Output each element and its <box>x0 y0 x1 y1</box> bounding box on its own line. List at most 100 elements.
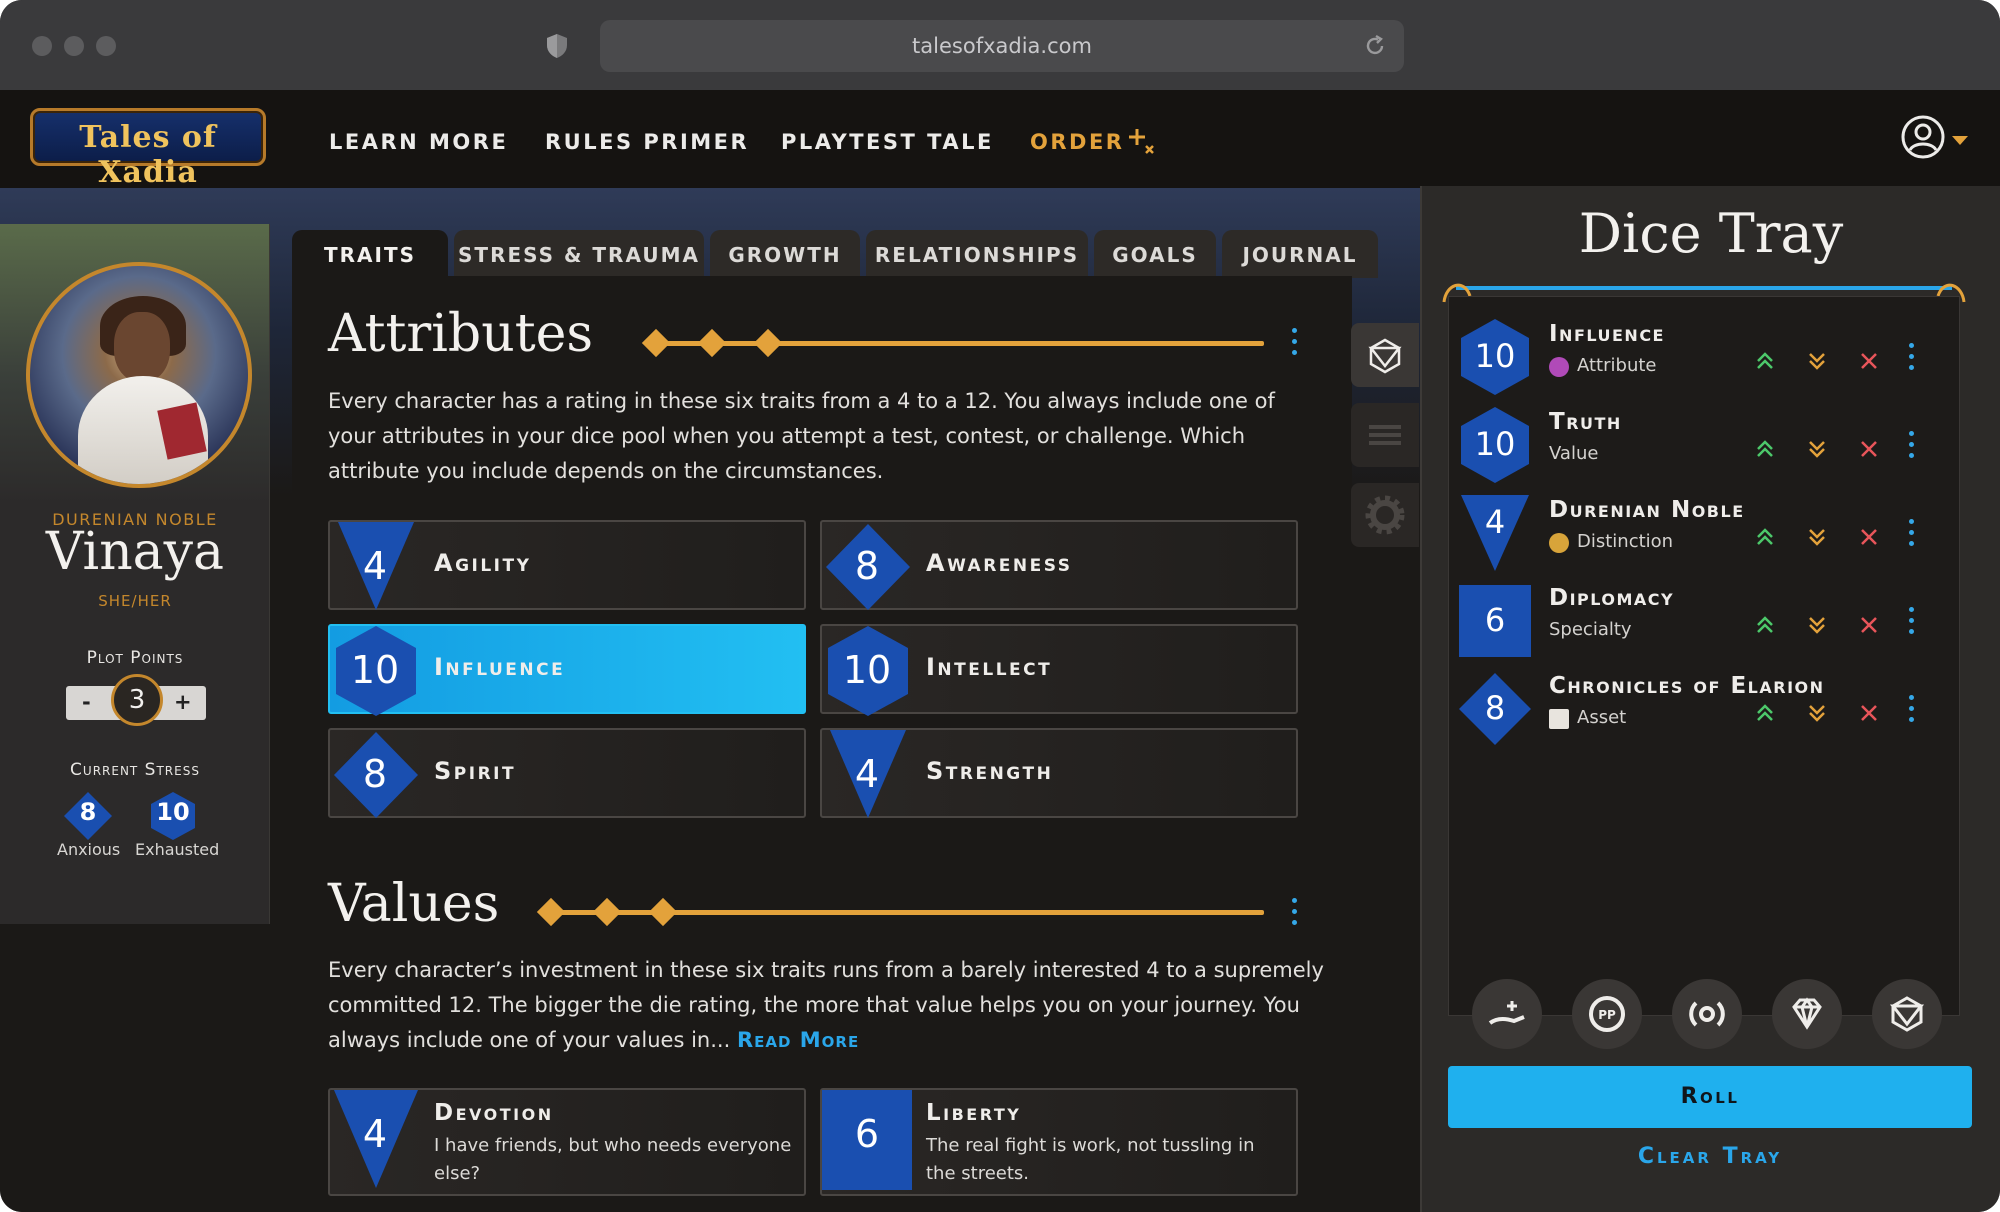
step-down-icon[interactable] <box>1805 349 1829 373</box>
rail-dice-button[interactable] <box>1351 323 1419 387</box>
step-up-icon[interactable] <box>1753 701 1777 725</box>
value-name: Liberty <box>926 1100 1022 1126</box>
plot-points-increment-button[interactable]: + <box>174 690 192 714</box>
tab-growth[interactable]: GROWTH <box>710 230 860 278</box>
nav-learn-more[interactable]: LEARN MORE <box>329 130 508 154</box>
step-down-icon[interactable] <box>1805 437 1829 461</box>
attributes-heading: Attributes <box>328 304 594 364</box>
site-logo[interactable]: Tales of Xadia <box>30 108 266 190</box>
clear-tray-button[interactable]: Clear Tray <box>1448 1144 1972 1169</box>
attributes-description: Every character has a rating in these si… <box>328 389 1275 483</box>
user-account-icon[interactable] <box>1900 114 1946 160</box>
tray-plot-point-button[interactable]: PP <box>1572 979 1642 1049</box>
nav-order[interactable]: ORDER <box>1030 130 1124 154</box>
dice-tray-list: 10 Influence Attribute 10 Truth Value 4 … <box>1448 296 1960 1016</box>
url-text: talesofxadia.com <box>912 34 1092 58</box>
remove-icon[interactable] <box>1857 525 1881 549</box>
plot-points-value: 3 <box>111 674 163 726</box>
gear-icon <box>1365 495 1405 535</box>
value-card-liberty[interactable]: 6 Liberty The real fight is work, not tu… <box>820 1088 1298 1196</box>
tray-dice-button[interactable] <box>1872 979 1942 1049</box>
tray-item-truth[interactable]: 10 Truth Value <box>1449 401 1961 487</box>
tray-item-influence[interactable]: 10 Influence Attribute <box>1449 313 1961 399</box>
attribute-card-spirit[interactable]: 8 Spirit <box>328 728 806 818</box>
shield-icon[interactable] <box>546 33 568 59</box>
tray-item-type: Distinction <box>1577 531 1674 552</box>
tab-relationships[interactable]: RELATIONSHIPS <box>866 230 1088 278</box>
stress-label-anxious: Anxious <box>57 840 121 859</box>
values-menu-icon[interactable] <box>1292 898 1298 928</box>
tray-item-menu-icon[interactable] <box>1909 607 1915 637</box>
step-down-icon[interactable] <box>1805 525 1829 549</box>
attribute-card-intellect[interactable]: 10 Intellect <box>820 624 1298 716</box>
tray-item-diplomacy[interactable]: 6 Diplomacy Specialty <box>1449 577 1961 663</box>
read-more-link[interactable]: Read More <box>737 1028 859 1052</box>
logo-text: Tales of Xadia <box>79 120 217 190</box>
value-card-devotion[interactable]: 4 Devotion I have friends, but who needs… <box>328 1088 806 1196</box>
close-window-icon[interactable] <box>32 36 52 56</box>
attribute-die-value: 4 <box>362 544 388 588</box>
tab-goals[interactable]: GOALS <box>1094 230 1216 278</box>
chevron-down-icon[interactable] <box>1952 136 1968 145</box>
hand-sparkle-icon <box>1488 1001 1525 1025</box>
attributes-menu-icon[interactable] <box>1292 328 1298 358</box>
attribute-name: Spirit <box>434 757 517 785</box>
step-up-icon[interactable] <box>1753 613 1777 637</box>
attribute-card-influence[interactable]: 10 Influence <box>328 624 806 716</box>
tray-side-rail <box>1351 320 1419 550</box>
values-heading: Values <box>328 874 500 934</box>
tray-item-menu-icon[interactable] <box>1909 431 1915 461</box>
step-up-icon[interactable] <box>1753 349 1777 373</box>
remove-icon[interactable] <box>1857 613 1881 637</box>
tray-item-type: Asset <box>1577 707 1627 728</box>
plot-point-icon: PP <box>1589 996 1625 1032</box>
tab-stress-trauma[interactable]: STRESS & TRAUMA <box>454 230 704 278</box>
step-down-icon[interactable] <box>1805 701 1829 725</box>
tab-journal[interactable]: JOURNAL <box>1222 230 1378 278</box>
site-nav: Tales of Xadia LEARN MORE RULES PRIMER P… <box>0 90 2000 190</box>
attribute-card-strength[interactable]: 4 Strength <box>820 728 1298 818</box>
tray-item-menu-icon[interactable] <box>1909 695 1915 725</box>
attribute-card-agility[interactable]: 4 Agility <box>328 520 806 610</box>
maximize-window-icon[interactable] <box>96 36 116 56</box>
stress-label-exhausted: Exhausted <box>135 840 220 859</box>
rail-settings-button[interactable] <box>1351 483 1419 547</box>
tray-hand-button[interactable] <box>1472 979 1542 1049</box>
address-bar[interactable]: talesofxadia.com <box>600 20 1404 72</box>
attribute-name: Influence <box>434 653 566 681</box>
step-up-icon[interactable] <box>1753 437 1777 461</box>
tray-item-type: Attribute <box>1577 355 1657 376</box>
value-statement: The real fight is work, not tussling in … <box>926 1135 1255 1184</box>
tray-die-value: 8 <box>1484 689 1506 727</box>
rail-list-button[interactable] <box>1351 403 1419 467</box>
minimize-window-icon[interactable] <box>64 36 84 56</box>
attribute-type-icon <box>1549 357 1569 377</box>
attribute-card-awareness[interactable]: 8 Awareness <box>820 520 1298 610</box>
dice-tray-panel: Dice Tray 10 Influence Attribute 10 Trut… <box>1420 186 2000 1212</box>
tray-gem-button[interactable] <box>1772 979 1842 1049</box>
nav-playtest-tale[interactable]: PLAYTEST TALE <box>781 130 994 154</box>
attribute-die-value: 8 <box>362 752 388 796</box>
tray-die-value: 4 <box>1484 503 1506 541</box>
nav-rules-primer[interactable]: RULES PRIMER <box>545 130 749 154</box>
step-up-icon[interactable] <box>1753 525 1777 549</box>
tray-item-durenian-noble[interactable]: 4 Durenian Noble Distinction <box>1449 489 1961 575</box>
tray-item-name: Diplomacy <box>1549 585 1675 611</box>
step-down-icon[interactable] <box>1805 613 1829 637</box>
tray-resonance-button[interactable] <box>1672 979 1742 1049</box>
remove-icon[interactable] <box>1857 349 1881 373</box>
tray-item-name: Truth <box>1549 409 1622 435</box>
tab-traits[interactable]: TRAITS <box>292 230 448 278</box>
character-portrait <box>26 262 252 488</box>
svg-text:PP: PP <box>1598 1008 1616 1022</box>
value-statement: I have friends, but who needs everyone e… <box>434 1135 792 1184</box>
tray-item-menu-icon[interactable] <box>1909 343 1915 373</box>
tray-item-chronicles-of-elarion[interactable]: 8 Chronicles of Elarion Asset <box>1449 665 1961 751</box>
plot-points-decrement-button[interactable]: - <box>82 690 91 714</box>
remove-icon[interactable] <box>1857 437 1881 461</box>
remove-icon[interactable] <box>1857 701 1881 725</box>
browser-titlebar: talesofxadia.com <box>0 0 2000 90</box>
roll-button[interactable]: Roll <box>1448 1066 1972 1128</box>
tray-item-menu-icon[interactable] <box>1909 519 1915 549</box>
reload-icon[interactable] <box>1362 33 1388 59</box>
